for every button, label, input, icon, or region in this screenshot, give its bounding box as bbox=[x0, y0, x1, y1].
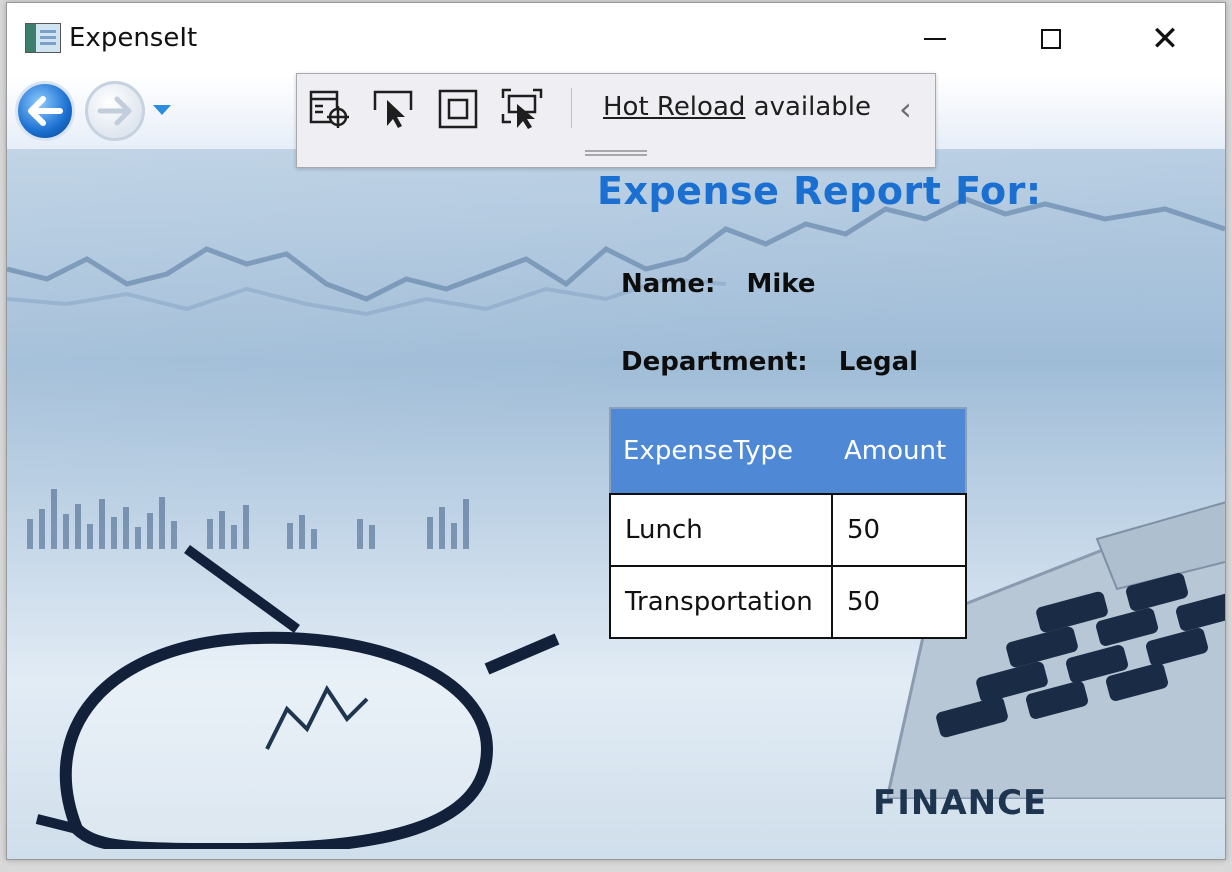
department-label: Department: bbox=[621, 347, 808, 377]
column-header-amount[interactable]: Amount bbox=[832, 408, 966, 494]
hot-reload-toolbar: Hot Reload available ‹ bbox=[296, 73, 936, 168]
close-icon: ✕ bbox=[1150, 19, 1180, 59]
select-element-icon[interactable] bbox=[309, 88, 351, 130]
expense-table: ExpenseType Amount Lunch 50 Transportati… bbox=[609, 407, 967, 639]
minimize-button[interactable] bbox=[907, 15, 963, 63]
chevron-down-icon[interactable] bbox=[153, 105, 171, 115]
back-button[interactable] bbox=[15, 81, 75, 141]
report-heading: Expense Report For: bbox=[597, 169, 1042, 213]
title-bar: ExpenseIt ✕ bbox=[7, 3, 1225, 75]
column-header-expense-type[interactable]: ExpenseType bbox=[610, 408, 832, 494]
maximize-icon bbox=[1041, 29, 1061, 49]
back-arrow-icon bbox=[28, 96, 63, 126]
expense-type-cell[interactable]: Transportation bbox=[609, 565, 833, 639]
hot-reload-link[interactable]: Hot Reload bbox=[603, 92, 745, 122]
display-layout-adorners-icon[interactable] bbox=[437, 88, 479, 130]
table-row[interactable]: Lunch 50 bbox=[609, 493, 967, 567]
forward-arrow-icon bbox=[97, 96, 132, 126]
name-label: Name: bbox=[621, 269, 716, 299]
amount-cell[interactable]: 50 bbox=[831, 493, 967, 567]
minimize-icon bbox=[924, 38, 946, 40]
background-glasses-image bbox=[35, 544, 560, 849]
hot-reload-status-text: available bbox=[745, 92, 872, 122]
toolbar-drag-handle[interactable] bbox=[585, 150, 647, 156]
department-value: Legal bbox=[838, 347, 919, 377]
app-icon bbox=[25, 23, 61, 53]
maximize-button[interactable] bbox=[1023, 15, 1079, 63]
pointer-select-icon[interactable] bbox=[373, 88, 415, 130]
expense-type-cell[interactable]: Lunch bbox=[609, 493, 833, 567]
name-value: Mike bbox=[746, 269, 816, 299]
background-chart-line bbox=[7, 196, 1225, 317]
table-row[interactable]: Transportation 50 bbox=[609, 565, 967, 639]
chevron-left-icon[interactable]: ‹ bbox=[899, 90, 912, 128]
finance-caption: FINANCE bbox=[873, 783, 1048, 823]
track-focus-icon[interactable] bbox=[501, 88, 543, 130]
window-title: ExpenseIt bbox=[69, 23, 198, 53]
hot-reload-status: Hot Reload available bbox=[603, 92, 871, 122]
name-row: Name: Mike bbox=[621, 269, 816, 299]
expense-report-page: Expense Report For: Name: Mike Departmen… bbox=[7, 149, 1225, 859]
close-button[interactable]: ✕ bbox=[1137, 15, 1193, 63]
forward-button[interactable] bbox=[85, 81, 145, 141]
department-row: Department: Legal bbox=[621, 347, 918, 377]
toolbar-separator bbox=[571, 88, 572, 128]
table-header-row: ExpenseType Amount bbox=[610, 408, 966, 494]
amount-cell[interactable]: 50 bbox=[831, 565, 967, 639]
